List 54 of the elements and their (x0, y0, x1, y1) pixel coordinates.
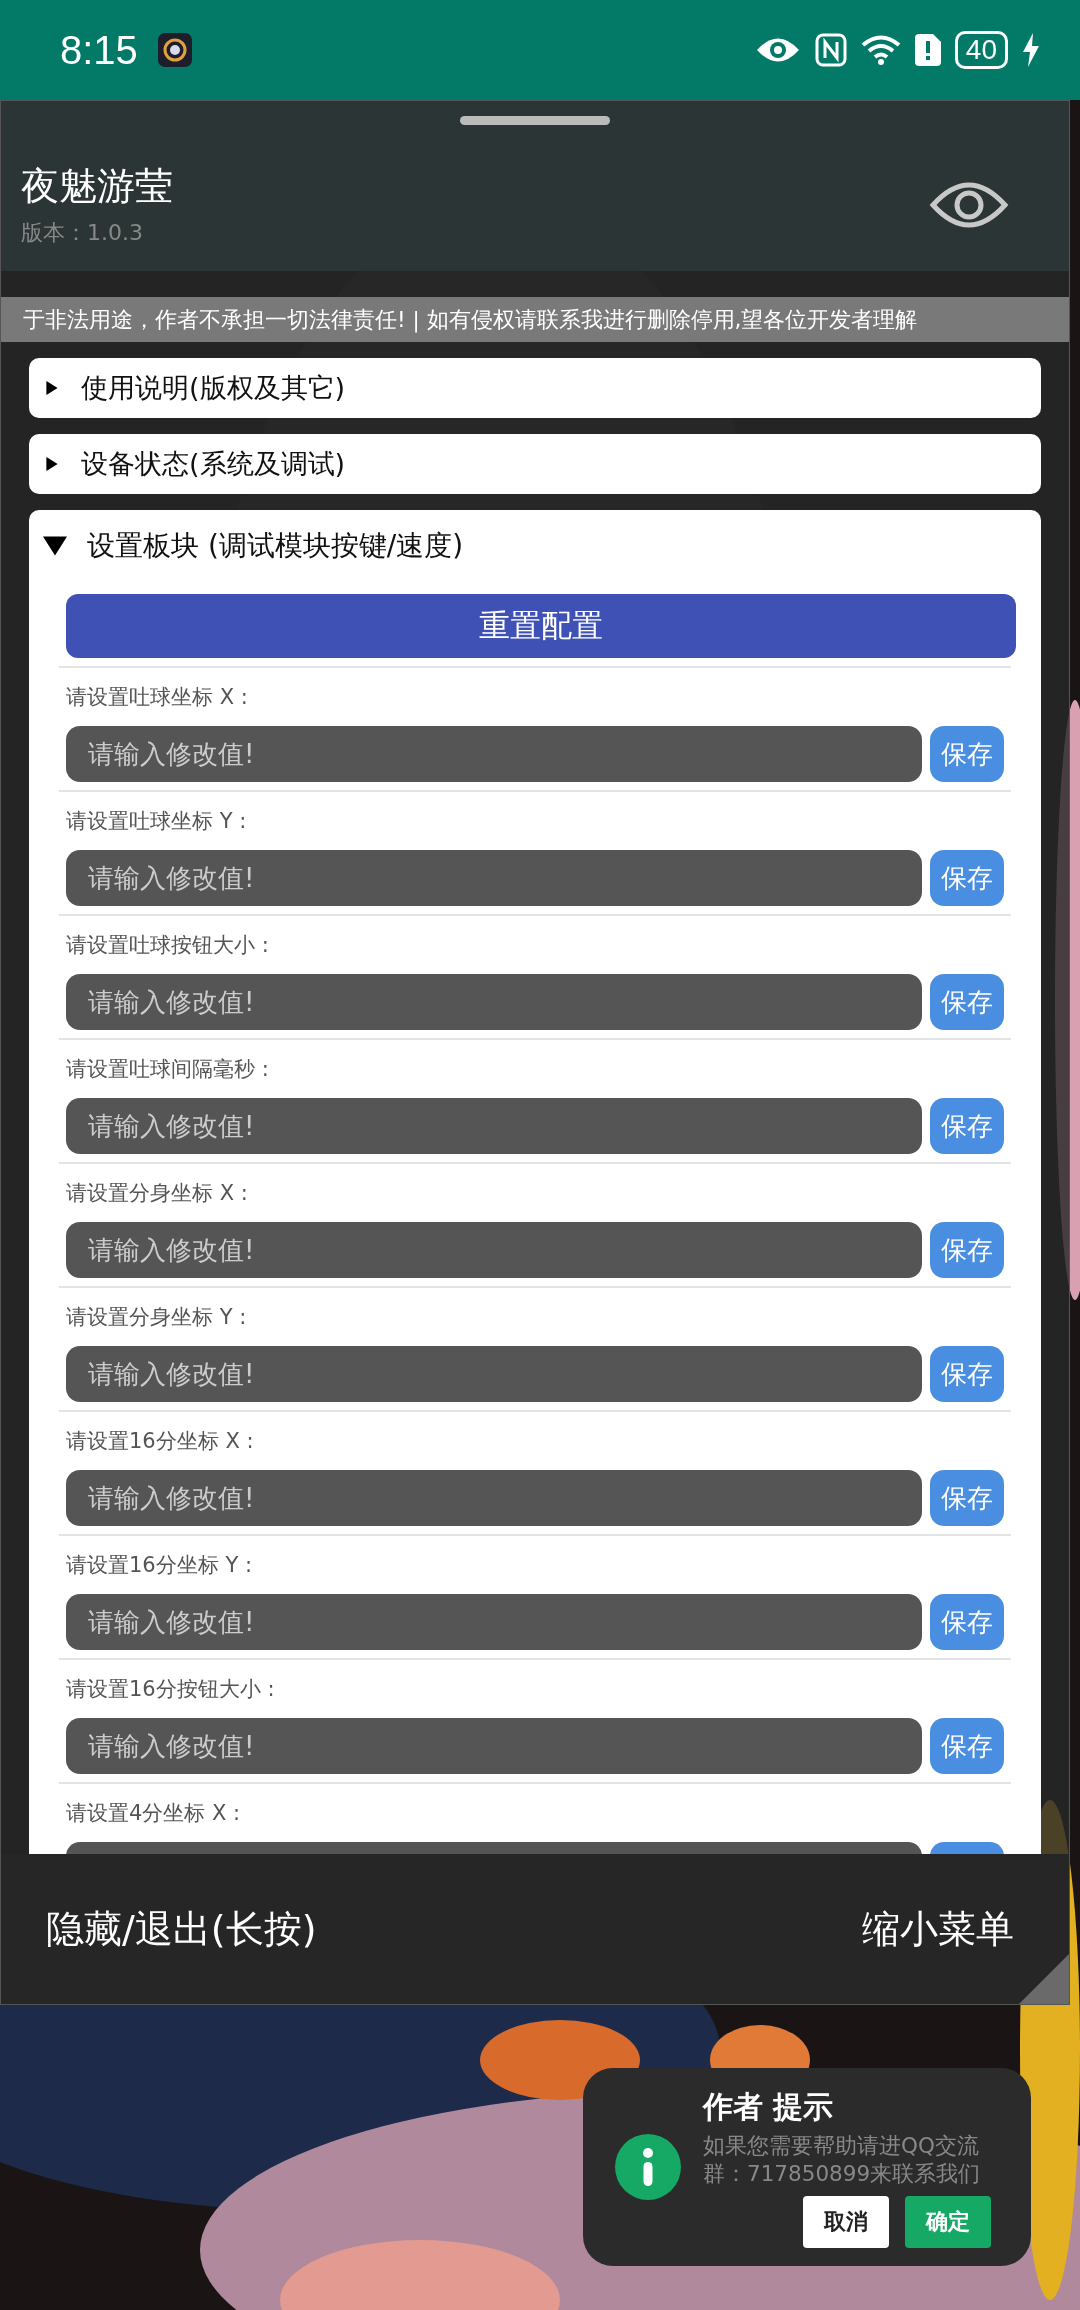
version-label: 版本：1.0.3 (21, 219, 144, 247)
input-field[interactable]: 请输入修改值! (66, 1346, 922, 1402)
save-button[interactable]: 保存 (930, 1718, 1004, 1774)
input-field[interactable]: 请输入修改值! (66, 1718, 922, 1774)
menu-title: 夜魅游莹 (21, 163, 173, 210)
setting-label: 请设置吐球间隔毫秒 : (66, 1056, 270, 1083)
caret-down-icon (43, 534, 67, 558)
setting-label: 请设置16分按钮大小 : (66, 1676, 276, 1703)
caret-right-icon (45, 381, 59, 395)
setting-label: 请设置分身坐标 X : (66, 1180, 249, 1207)
clock: 8:15 (60, 27, 138, 73)
setting-label: 请设置16分坐标 Y : (66, 1552, 253, 1579)
setting-label: 请设置吐球坐标 X : (66, 684, 249, 711)
input-field[interactable]: 请输入修改值! (66, 1470, 922, 1526)
info-icon (615, 2134, 681, 2200)
section-header[interactable]: 使用说明(版权及其它) (29, 358, 1041, 418)
input-field[interactable]: 请输入修改值! (66, 1222, 922, 1278)
save-button[interactable]: 保存 (930, 1098, 1004, 1154)
resize-handle-icon[interactable] (1019, 1954, 1069, 2004)
nfc-icon (814, 33, 847, 67)
wifi-icon (860, 34, 901, 66)
input-field[interactable]: 请输入修改值! (66, 726, 922, 782)
save-button[interactable]: 保存 (930, 1222, 1004, 1278)
app-icon (157, 33, 192, 67)
battery-level: 40 (954, 31, 1008, 69)
setting-label: 请设置4分坐标 X : (66, 1800, 242, 1827)
caret-right-icon (45, 457, 59, 471)
setting-label: 请设置分身坐标 Y : (66, 1304, 248, 1331)
toast-title: 作者 提示 (703, 2087, 835, 2126)
setting-label: 请设置16分坐标 X : (66, 1428, 255, 1455)
cancel-button[interactable]: 取消 (803, 2195, 889, 2248)
setting-label: 请设置吐球坐标 Y : (66, 808, 248, 835)
save-button[interactable]: 保存 (930, 1470, 1004, 1526)
section-header[interactable]: 设置板块 (调试模块按键/速度) (29, 510, 1041, 582)
toast-message: 如果您需要帮助请进QQ交流群：717850899来联系我们 (703, 2131, 982, 2188)
notice-marquee: 于非法用途，作者不承担一切法律责任! | 如有侵权请联系我进行删除停用,望各位开发者理解 (1, 297, 1069, 342)
input-field[interactable]: 请输入修改值! (66, 850, 922, 906)
section-header[interactable]: 设备状态(系统及调试) (29, 434, 1041, 494)
input-field[interactable]: 请输入修改值! (66, 974, 922, 1030)
save-button[interactable]: 保存 (930, 974, 1004, 1030)
input-field[interactable]: 请输入修改值! (66, 1098, 922, 1154)
input-field[interactable]: 请输入修改值! (66, 1594, 922, 1650)
save-button[interactable]: 保存 (930, 1594, 1004, 1650)
save-button[interactable]: 保存 (930, 726, 1004, 782)
alert-icon (914, 34, 941, 66)
reset-config-button[interactable]: 重置配置 (66, 594, 1016, 658)
hide-exit-button[interactable]: 隐藏/退出(长按) (46, 1903, 317, 1955)
save-button[interactable]: 保存 (930, 1346, 1004, 1402)
shrink-menu-button[interactable]: 缩小菜单 (862, 1903, 1014, 1955)
charging-icon (1022, 33, 1040, 67)
drag-handle[interactable] (460, 116, 610, 125)
confirm-button[interactable]: 确定 (905, 2195, 991, 2248)
setting-label: 请设置吐球按钮大小 : (66, 932, 270, 959)
save-button[interactable]: 保存 (930, 850, 1004, 906)
